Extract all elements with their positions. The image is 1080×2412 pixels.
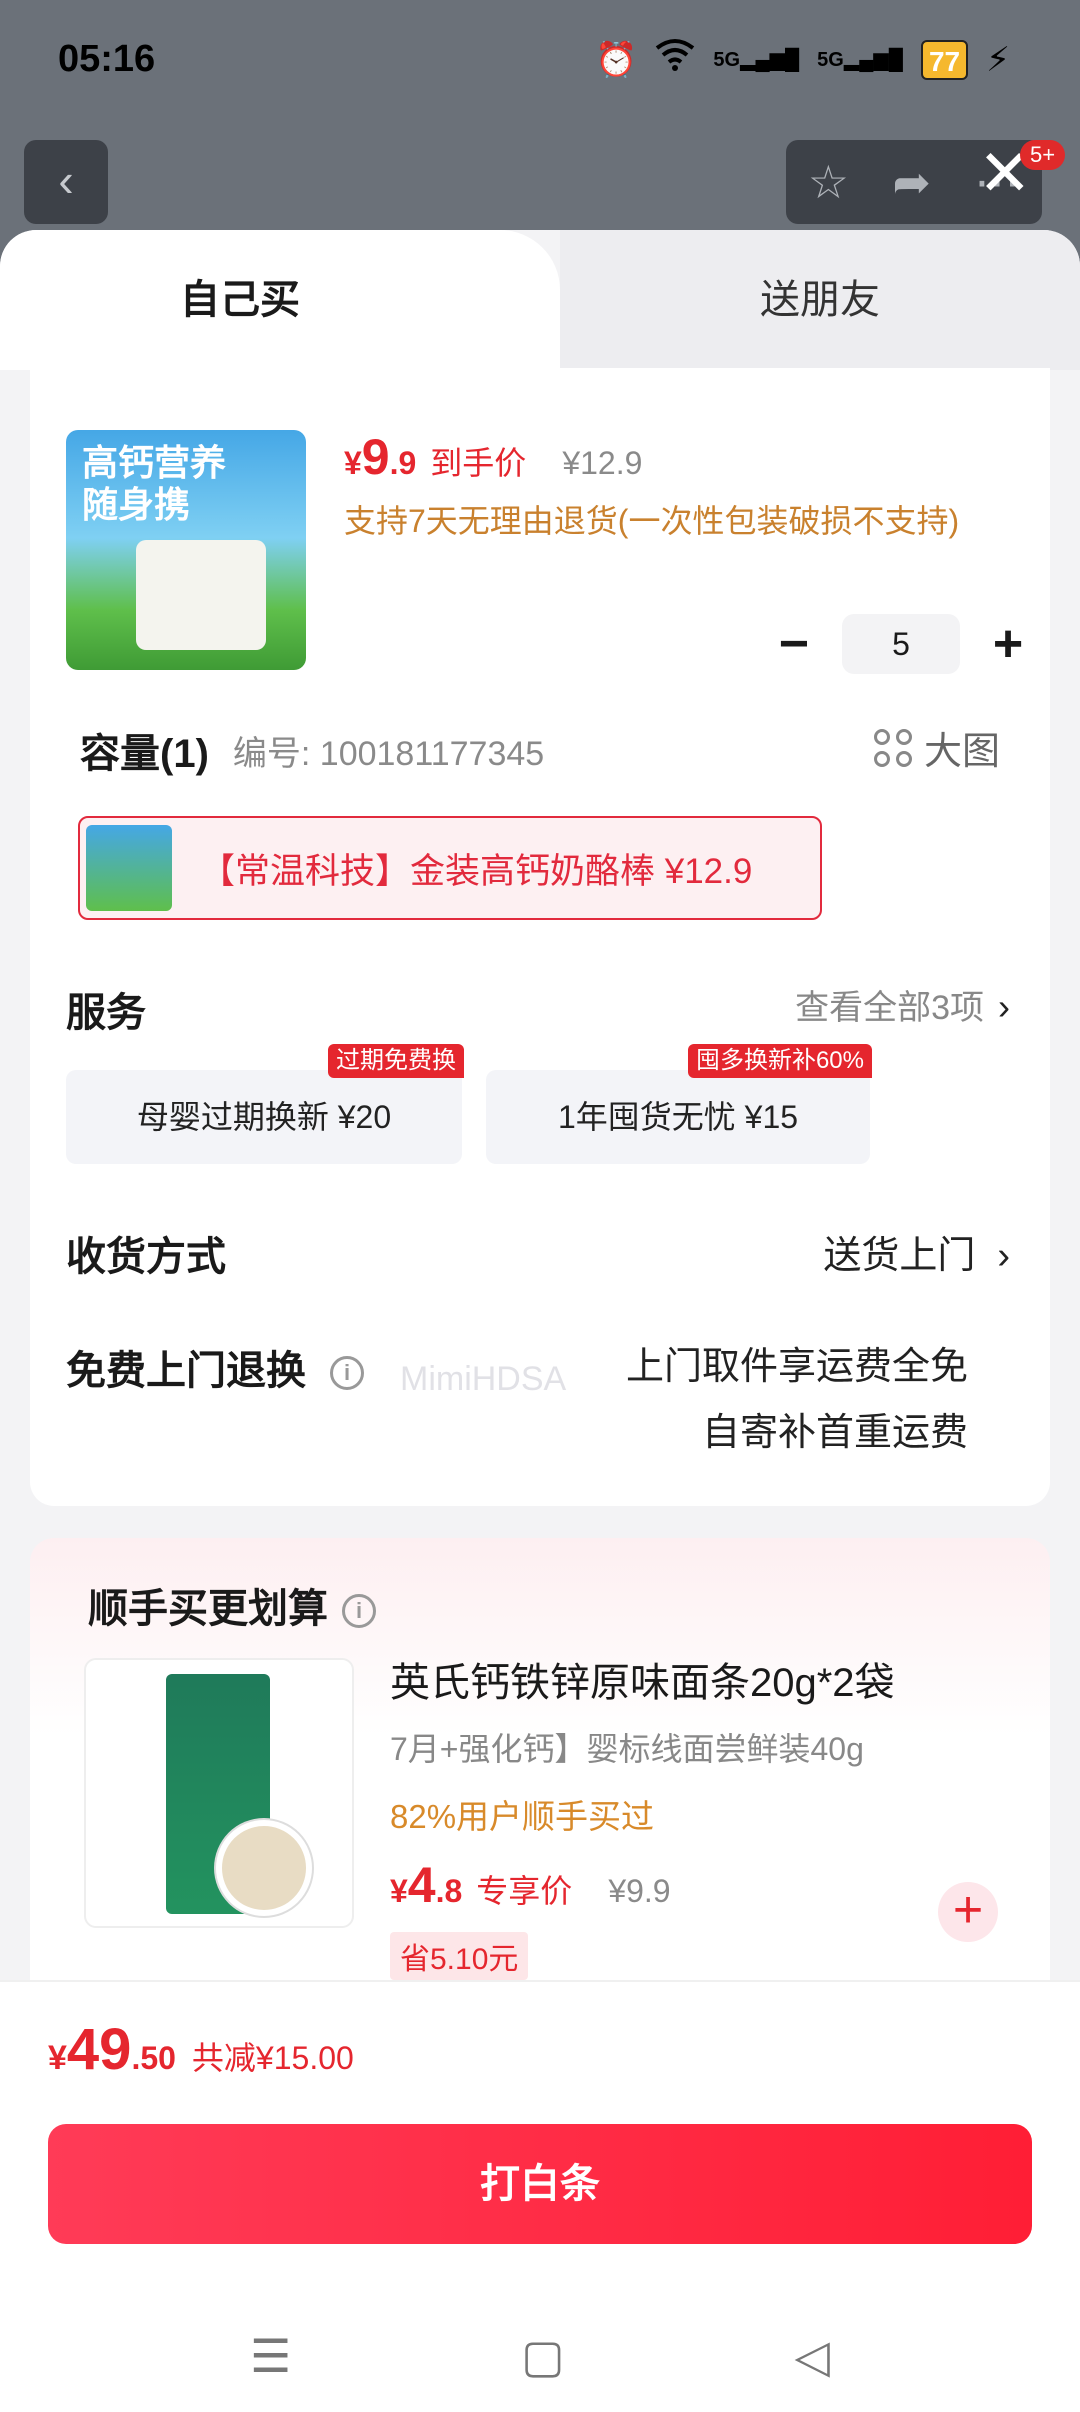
delivery-label: 收货方式 [66, 1235, 226, 1279]
info-icon[interactable]: i [342, 1594, 376, 1629]
variant-option-selected[interactable]: 【常温科技】金装高钙奶酪棒 ¥12.9 [78, 816, 822, 920]
free-return-detail: 上门取件享运费全免 自寄补首重运费 [626, 1334, 968, 1466]
addon-popularity: 82%用户顺手买过 [390, 1798, 655, 1835]
final-price: ¥9.9 [344, 429, 417, 485]
info-icon[interactable]: i [330, 1356, 364, 1391]
free-return-line2: 自寄补首重运费 [701, 1412, 968, 1454]
addon-product-name[interactable]: 英氏钙铁锌原味面条20g*2袋 [390, 1650, 895, 1708]
variant-label: 【常温科技】金装高钙奶酪棒 ¥12.9 [200, 851, 753, 891]
quantity-input[interactable]: 5 [842, 614, 960, 674]
watermark: MimiHDSA [400, 1360, 567, 1398]
decrease-button[interactable]: − [772, 614, 816, 674]
return-policy-note: 支持7天无理由退货(一次性包装破损不支持) [344, 503, 960, 539]
service-label: 1年囤货无忧 ¥15 [557, 1099, 799, 1135]
addon-add-button[interactable]: + [938, 1882, 998, 1942]
variant-thumbnail [86, 825, 172, 911]
home-icon[interactable]: ▢ [521, 2329, 564, 2383]
free-return-label: 免费上门退换 i [66, 1338, 364, 1396]
back-icon[interactable]: ◁ [795, 2329, 830, 2383]
addon-product-subtitle: 7月+强化钙】婴标线面尝鲜装40g [390, 1731, 864, 1767]
product-code: 编号: 100181177345 [232, 734, 545, 773]
wifi-icon [655, 38, 695, 81]
checkout-bar: ¥ 49 .50 共减¥15.00 打白条 ☰ ▢ ◁ [0, 1980, 1080, 2412]
battery-icon: 77 [920, 39, 969, 80]
tabs: 送朋友 自己买 [0, 230, 1080, 370]
message-badge: 5+ [1020, 140, 1066, 170]
pay-with-baitiao-button[interactable]: 打白条 [48, 2124, 1032, 2244]
star-icon[interactable]: ☆ [808, 155, 849, 209]
status-icons: ⏰ 5G▂▄▆█ 5G▂▄▆█ 77 ⚡ [595, 38, 1010, 81]
product-pack-illustration [136, 540, 266, 650]
addon-product-image[interactable] [84, 1658, 354, 1928]
original-price: ¥12.9 [562, 445, 643, 481]
big-image-toggle[interactable]: 大图 [873, 720, 1000, 775]
service-option-expiry-renew[interactable]: 母婴过期换新 ¥20 过期免费换 [66, 1044, 464, 1164]
delivery-method[interactable]: 送货上门 › [823, 1224, 1010, 1279]
addon-price-label: 专享价 [476, 1873, 573, 1909]
big-image-label: 大图 [923, 731, 1000, 773]
service-option-stock-worry-free[interactable]: 1年囤货无忧 ¥15 囤多换新补60% [486, 1044, 872, 1164]
status-bar: 05:16 ⏰ 5G▂▄▆█ 5G▂▄▆█ 77 ⚡ [0, 0, 1080, 120]
free-return-line1: 上门取件享运费全免 [625, 1346, 968, 1388]
addon-title: 顺手买更划算 i [88, 1576, 376, 1634]
spec-title: 容量(1) [80, 732, 209, 776]
services-view-all[interactable]: 查看全部3项 › [795, 980, 1010, 1029]
product-image-text: 高钙营养随身携 [82, 442, 227, 525]
purchase-sheet: 送朋友 自己买 高钙营养随身携 ¥9.9 到手价 ¥12.9 支持7天无理由退货… [0, 230, 1080, 2412]
total-discount: 共减¥15.00 [191, 2040, 354, 2076]
divider [0, 1980, 1080, 1982]
charging-icon: ⚡ [986, 40, 1010, 79]
quantity-stepper: − 5 + [772, 614, 1030, 674]
addon-price-row: ¥4.8 专享价 ¥9.9 [390, 1856, 671, 1914]
increase-button[interactable]: + [986, 614, 1030, 674]
chevron-right-icon: › [997, 1235, 1010, 1277]
menu-icon[interactable]: ☰ [250, 2329, 291, 2383]
status-time: 05:16 [58, 38, 156, 80]
addon-savings-badge: 省5.10元 [390, 1932, 529, 1980]
system-nav-bar: ☰ ▢ ◁ [0, 2300, 1080, 2412]
tab-buy-self[interactable]: 自己买 [0, 230, 560, 370]
final-price-label: 到手价 [430, 445, 527, 481]
chevron-right-icon: › [998, 986, 1010, 1027]
service-tag: 过期免费换 [328, 1044, 464, 1078]
signal-2-icon: 5G▂▄▆█ [817, 49, 903, 71]
service-tag: 囤多换新补60% [687, 1044, 872, 1078]
noodle-bowl-illustration [216, 1820, 312, 1916]
product-image[interactable]: 高钙营养随身携 [66, 430, 306, 670]
total-price: ¥ 49 .50 共减¥15.00 [48, 2017, 354, 2082]
share-icon[interactable]: ➦ [892, 155, 931, 209]
services-title: 服务 [66, 991, 146, 1035]
signal-1-icon: 5G▂▄▆█ [713, 49, 800, 71]
price-row: ¥9.9 到手价 ¥12.9 [344, 428, 642, 486]
addon-original-price: ¥9.9 [608, 1873, 671, 1909]
chevron-left-icon: ‹ [58, 154, 74, 206]
alarm-icon: ⏰ [595, 40, 638, 79]
grid-icon [873, 728, 912, 767]
back-button[interactable]: ‹ [24, 140, 108, 224]
product-card: 高钙营养随身携 ¥9.9 到手价 ¥12.9 支持7天无理由退货(一次性包装破损… [30, 368, 1050, 1506]
tab-gift-friend[interactable]: 送朋友 [560, 230, 1080, 370]
service-label: 母婴过期换新 ¥20 [136, 1099, 392, 1135]
addon-price: ¥4.8 [390, 1857, 463, 1913]
